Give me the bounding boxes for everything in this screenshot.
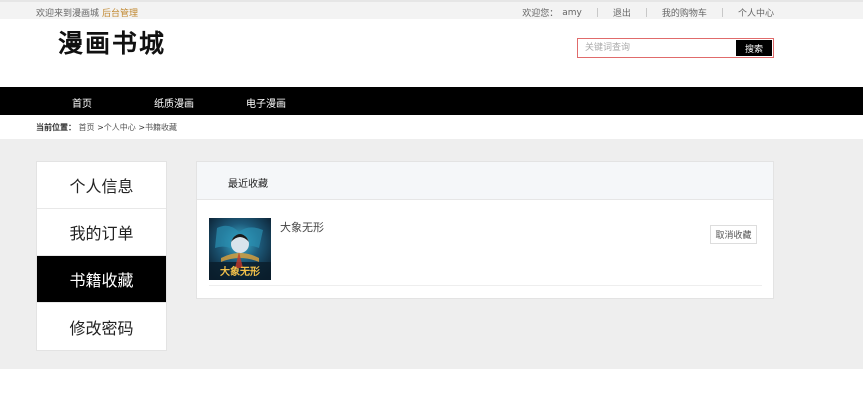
breadcrumb-center[interactable]: 个人中心: [104, 123, 136, 132]
divider: |: [644, 7, 648, 18]
breadcrumb-prefix: 当前位置：: [36, 123, 76, 132]
list-item: 大象无形 大象无形 取消收藏: [209, 218, 762, 286]
breadcrumb-home[interactable]: 首页: [79, 123, 95, 132]
sidebar-item-favorites[interactable]: 书籍收藏: [37, 256, 166, 303]
book-title[interactable]: 大象无形: [280, 219, 324, 235]
welcome-text: 欢迎来到漫画城: [36, 9, 100, 19]
site-logo[interactable]: 漫画书城: [58, 24, 166, 60]
sidebar-menu: 个人信息 我的订单 书籍收藏 修改密码: [36, 161, 167, 351]
nav-item-e-comics[interactable]: 电子漫画: [246, 95, 286, 110]
book-cover[interactable]: 大象无形: [209, 218, 271, 280]
search-button[interactable]: 搜索: [736, 40, 772, 56]
greeting-label: 欢迎您：: [522, 9, 559, 19]
account-link[interactable]: 个人中心: [738, 6, 774, 19]
admin-link[interactable]: 后台管理: [102, 6, 138, 19]
nav-item-paper-comics[interactable]: 纸质漫画: [154, 95, 194, 110]
book-cover-image: 大象无形: [209, 218, 271, 280]
sidebar-item-change-password[interactable]: 修改密码: [37, 303, 166, 350]
panel-header: 最近收藏: [197, 162, 773, 200]
sidebar-item-orders[interactable]: 我的订单: [37, 209, 166, 256]
main-nav: 首页 纸质漫画 电子漫画: [0, 87, 863, 115]
cart-link[interactable]: 我的购物车: [662, 6, 707, 19]
top-bar-user-menu: 欢迎您： amy | 退出 | 我的购物车 | 个人中心: [522, 6, 774, 20]
search-box: 搜索: [577, 38, 774, 58]
cover-title-text: 大象无形: [220, 265, 260, 278]
favorites-panel: 最近收藏 大象无形 大象无形 取消收藏: [196, 161, 774, 299]
divider: |: [595, 7, 599, 18]
logout-link[interactable]: 退出: [613, 6, 631, 19]
username-label: amy: [562, 7, 582, 18]
breadcrumb-separator: >: [97, 123, 104, 132]
breadcrumb-current: 书籍收藏: [145, 123, 178, 132]
top-bar: 欢迎来到漫画城 后台管理 欢迎您： amy | 退出 | 我的购物车 | 个人中…: [0, 0, 863, 19]
divider: |: [720, 7, 724, 18]
breadcrumb: 当前位置： 首页 >个人中心 >书籍收藏: [36, 122, 177, 133]
nav-item-home[interactable]: 首页: [72, 95, 92, 110]
panel-title: 最近收藏: [228, 179, 268, 190]
search-input[interactable]: [578, 39, 736, 57]
cancel-favorite-button[interactable]: 取消收藏: [710, 225, 757, 244]
sidebar-item-profile[interactable]: 个人信息: [37, 162, 166, 209]
